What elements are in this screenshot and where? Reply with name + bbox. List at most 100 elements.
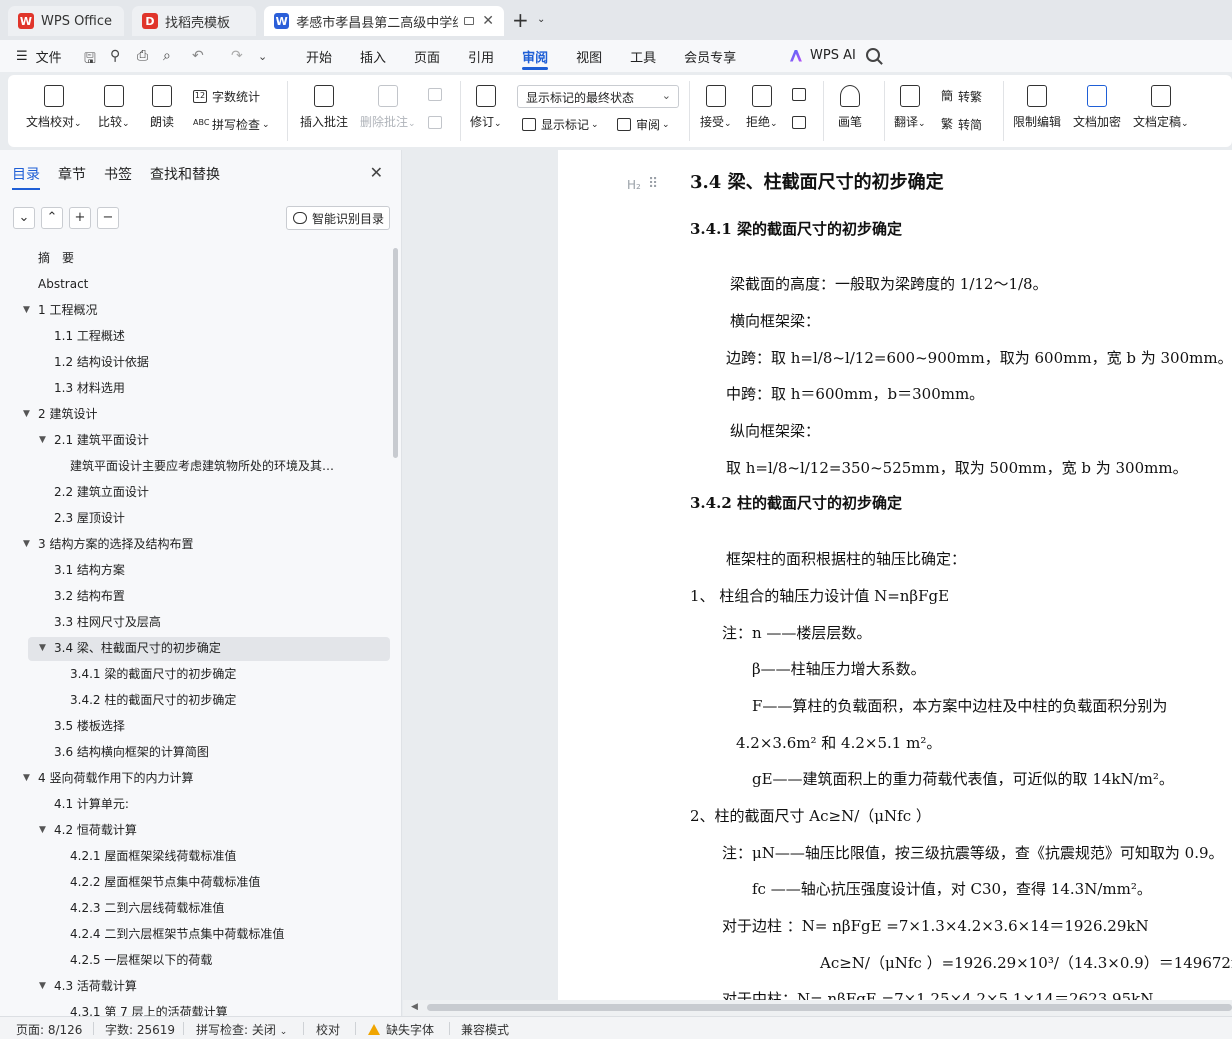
toc-item[interactable]: 3.3 柱网尺寸及层高: [54, 610, 340, 634]
review-pane-button[interactable]: 审阅 ⌄: [617, 116, 670, 133]
menu-references[interactable]: 引用: [454, 40, 508, 72]
doc-paragraph[interactable]: 4.2×3.6m² 和 4.2×5.1 m²。: [736, 732, 941, 753]
document-page[interactable]: H₂ ⠿ 3.4 梁、柱截面尺寸的初步确定 3.4.1 梁的截面尺寸的初步确定梁截…: [558, 150, 1232, 1010]
toc-item[interactable]: 3.6 结构横向框架的计算简图: [54, 740, 340, 764]
doc-heading[interactable]: 3.4 梁、柱截面尺寸的初步确定: [690, 168, 944, 194]
heading-level-marker[interactable]: H₂: [627, 178, 641, 192]
restrict-edit-button[interactable]: 限制编辑: [1013, 85, 1061, 130]
nav-scrollbar[interactable]: [393, 248, 398, 458]
doc-paragraph[interactable]: 边跨：取 h=l/8~l/12=600~900mm，取为 600mm，宽 b 为…: [726, 347, 1232, 368]
accept-button[interactable]: 接受⌄: [700, 85, 732, 130]
doc-proofread-button[interactable]: 文档校对⌄: [26, 85, 82, 130]
remove-heading-icon[interactable]: −: [97, 207, 119, 229]
doc-finalize-button[interactable]: 文档定稿⌄: [1133, 85, 1189, 130]
spell-check-button[interactable]: ABC 拼写检查 ⌄: [193, 116, 270, 133]
nav-tab-bookmarks[interactable]: 书签: [104, 164, 132, 184]
document-area[interactable]: H₂ ⠿ 3.4 梁、柱截面尺寸的初步确定 3.4.1 梁的截面尺寸的初步确定梁截…: [403, 150, 1232, 1016]
collapse-up-icon[interactable]: ⌃: [41, 207, 63, 229]
doc-paragraph[interactable]: Ac≥N/（μNfc ）=1926.29×10³/（14.3×0.9）＝1496…: [820, 952, 1232, 973]
show-markup-button[interactable]: 显示标记 ⌄: [522, 116, 599, 133]
revise-button[interactable]: 修订⌄: [470, 85, 502, 130]
add-heading-icon[interactable]: +: [69, 207, 91, 229]
tab-document[interactable]: W 孝感市孝昌县第二高级中学综 ✕: [264, 6, 504, 36]
redo-icon[interactable]: ↷: [231, 48, 243, 64]
toc-item[interactable]: 4 竖向荷载作用下的内力计算: [38, 766, 340, 790]
prev-comment-button[interactable]: [428, 88, 447, 101]
toc-item[interactable]: 3 结构方案的选择及结构布置: [38, 532, 340, 556]
to-traditional-button[interactable]: 簡 转繁: [941, 88, 982, 105]
doc-paragraph[interactable]: F——算柱的负载面积，本方案中边柱及中柱的负载面积分别为: [752, 695, 1167, 716]
smart-toc-button[interactable]: 智能识别目录: [286, 206, 390, 230]
menu-membership[interactable]: 会员专享: [670, 40, 750, 72]
expand-triangle-icon[interactable]: ▼: [23, 766, 30, 790]
toc-item[interactable]: 4.2.3 二到六层线荷载标准值: [70, 896, 340, 920]
doc-paragraph[interactable]: fc ——轴心抗压强度设计值，对 C30，查得 14.3N/mm²。: [752, 878, 1152, 899]
toc-item[interactable]: 3.1 结构方案: [54, 558, 340, 582]
toc-item[interactable]: 1.1 工程概述: [54, 324, 340, 348]
next-change-button[interactable]: [792, 116, 811, 129]
doc-paragraph[interactable]: 横向框架梁：: [730, 310, 820, 331]
expand-triangle-icon[interactable]: ▼: [23, 402, 30, 426]
toc-item[interactable]: 4.1 计算单元:: [54, 792, 340, 816]
drag-handle-icon[interactable]: ⠿: [648, 176, 658, 192]
quick-access-more-icon[interactable]: ⌄: [258, 50, 267, 63]
doc-paragraph[interactable]: 1、 柱组合的轴压力设计值 N=nβFgE: [690, 585, 949, 606]
toc-item[interactable]: 建筑平面设计主要应考虑建筑物所处的环境及其功能要求。: [70, 454, 340, 478]
doc-encrypt-button[interactable]: 文档加密: [1073, 85, 1121, 130]
menu-home[interactable]: 开始: [292, 40, 346, 72]
monitor-icon[interactable]: [463, 17, 475, 25]
toc-item[interactable]: 2.3 屋顶设计: [54, 506, 340, 530]
doc-paragraph[interactable]: 注：n ——楼层层数。: [722, 622, 871, 643]
menu-view[interactable]: 视图: [562, 40, 616, 72]
toc-item[interactable]: 2.2 建筑立面设计: [54, 480, 340, 504]
expand-triangle-icon[interactable]: ▼: [23, 532, 30, 556]
page-count[interactable]: 页面: 8/126: [16, 1021, 82, 1038]
doc-paragraph[interactable]: 中跨：取 h＝600mm，b＝300mm。: [726, 383, 984, 404]
pen-button[interactable]: 画笔: [838, 85, 862, 130]
toc-item[interactable]: 4.2.2 屋面框架节点集中荷载标准值: [70, 870, 340, 894]
toc-item[interactable]: 1 工程概况: [38, 298, 340, 322]
tab-docer-templates[interactable]: D 找稻壳模板: [132, 6, 256, 36]
toc-item[interactable]: 3.4 梁、柱截面尺寸的初步确定: [54, 636, 340, 660]
toc-item[interactable]: 3.4.1 梁的截面尺寸的初步确定: [70, 662, 340, 686]
toc-item[interactable]: 3.5 楼板选择: [54, 714, 340, 738]
spell-check-status[interactable]: 拼写检查: 关闭 ⌄: [196, 1021, 287, 1038]
doc-heading[interactable]: 3.4.1 梁的截面尺寸的初步确定: [690, 218, 902, 239]
wps-ai-button[interactable]: WPS AI: [790, 48, 856, 63]
tab-wps-office[interactable]: W WPS Office: [8, 6, 124, 36]
proofread-status[interactable]: 校对: [316, 1021, 340, 1038]
collapse-down-icon[interactable]: ⌄: [13, 207, 35, 229]
menu-insert[interactable]: 插入: [346, 40, 400, 72]
toc-item[interactable]: 4.2 恒荷载计算: [54, 818, 340, 842]
print-icon[interactable]: ⎙: [137, 48, 148, 64]
toc-item[interactable]: 4.2.5 一层框架以下的荷载: [70, 948, 340, 972]
word-count-button[interactable]: 12 字数统计: [193, 88, 260, 105]
toc-item[interactable]: 3.4.2 柱的截面尺寸的初步确定: [70, 688, 340, 712]
toc-item[interactable]: 1.2 结构设计依据: [54, 350, 340, 374]
toc-item[interactable]: 3.2 结构布置: [54, 584, 340, 608]
doc-paragraph[interactable]: β——柱轴压力增大系数。: [752, 658, 926, 679]
doc-paragraph[interactable]: 纵向框架梁：: [730, 420, 820, 441]
toc-item[interactable]: 1.3 材料选用: [54, 376, 340, 400]
search-icon[interactable]: [866, 48, 880, 62]
delete-comment-button[interactable]: 删除批注⌄: [360, 85, 416, 130]
reject-button[interactable]: 拒绝⌄: [746, 85, 778, 130]
doc-paragraph[interactable]: 对于边柱 ：N= nβFgE =7×1.3×4.2×3.6×14＝1926.29…: [722, 915, 1149, 936]
new-tab-icon[interactable]: +: [512, 8, 529, 32]
menu-review[interactable]: 审阅: [508, 40, 562, 72]
translate-button[interactable]: 翻译⌄: [894, 85, 926, 130]
save-icon[interactable]: 🖫: [84, 48, 96, 72]
print-preview-icon[interactable]: ⌕: [163, 48, 171, 64]
doc-paragraph[interactable]: gE——建筑面积上的重力荷载代表值，可近似的取 14kN/m²。: [752, 768, 1174, 789]
undo-icon[interactable]: ↶: [192, 48, 204, 64]
toc-item[interactable]: 摘 要: [38, 246, 340, 270]
close-nav-icon[interactable]: ✕: [370, 163, 383, 182]
doc-paragraph[interactable]: 框架柱的面积根据柱的轴压比确定：: [726, 548, 966, 569]
share-icon[interactable]: ⚲: [110, 48, 120, 64]
insert-comment-button[interactable]: 插入批注: [300, 85, 348, 130]
nav-tab-toc[interactable]: 目录: [12, 164, 40, 190]
markup-state-dropdown[interactable]: 显示标记的最终状态 ⌄: [517, 85, 679, 108]
toc-item[interactable]: 2 建筑设计: [38, 402, 340, 426]
word-count-status[interactable]: 字数: 25619: [105, 1021, 175, 1038]
doc-paragraph[interactable]: 梁截面的高度：一般取为梁跨度的 1/12～1/8。: [730, 273, 1048, 294]
